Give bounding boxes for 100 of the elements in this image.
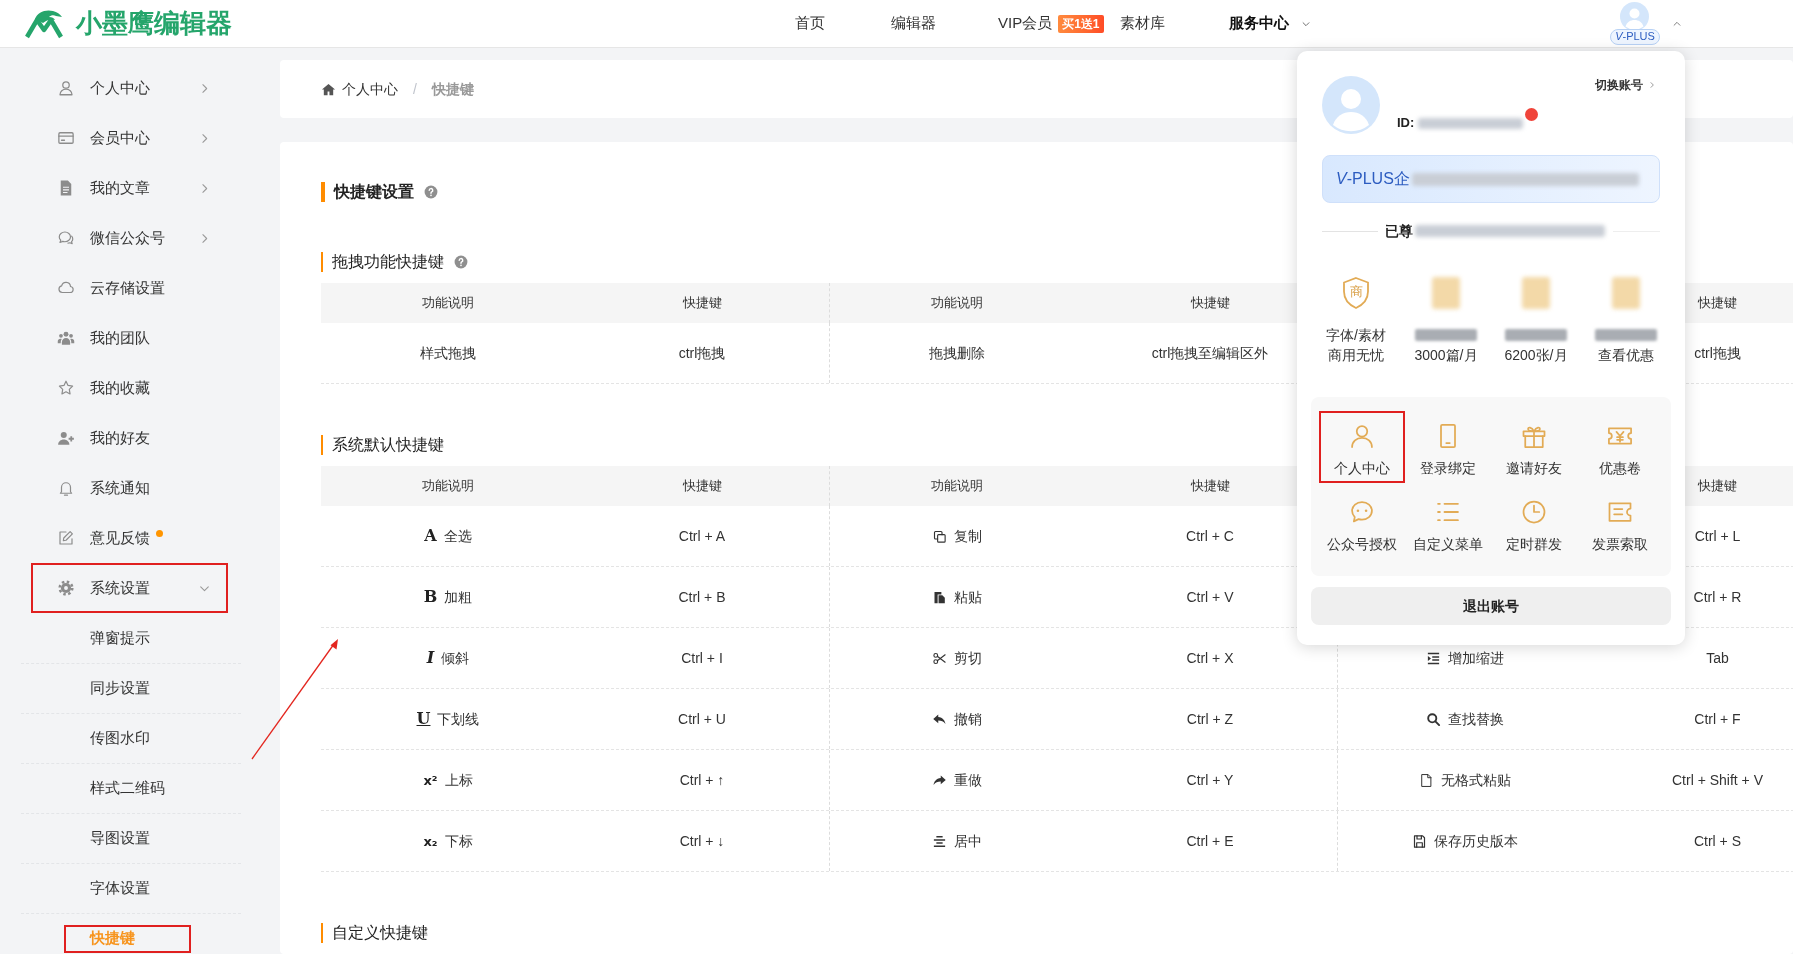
function-label: 拖拽删除: [928, 343, 985, 363]
edit-icon: [57, 529, 75, 547]
nav-link[interactable]: 素材库: [1119, 12, 1165, 35]
bold-letter-icon: B: [423, 589, 438, 605]
chevron-right-icon: [1648, 81, 1656, 89]
shield-icon: 商: [1341, 276, 1371, 310]
submenu-item[interactable]: 同步设置: [64, 674, 191, 703]
function-label: 倾斜: [441, 648, 470, 668]
sidebar-item[interactable]: 个人中心: [31, 63, 228, 113]
shortcut-keys: ctrl拖拽至编辑区外: [1151, 342, 1269, 364]
function-label: 撤销: [953, 709, 982, 729]
account-id-label: ID:: [1397, 114, 1415, 133]
submenu-item[interactable]: 弹窗提示: [64, 624, 191, 652]
switch-account-link[interactable]: 切换账号: [1595, 76, 1656, 94]
help-icon[interactable]: [454, 255, 468, 269]
shortcut-keys: Tab: [1706, 647, 1729, 669]
menu-item[interactable]: 登录绑定: [1405, 411, 1491, 483]
sidebar-item[interactable]: 我的文章: [31, 163, 228, 213]
shortcut-keys: Ctrl + C: [1186, 525, 1234, 547]
shortcut-keys: Ctrl + V: [1186, 586, 1234, 608]
section-title: 拖拽功能快捷键: [332, 252, 444, 272]
menu-item[interactable]: 自定义菜单: [1405, 487, 1491, 559]
sidebar-item[interactable]: 微信公众号: [31, 213, 228, 263]
benefit-title: 字体/素材: [1326, 326, 1386, 345]
chat-bubbles-icon: [57, 229, 75, 247]
copy-icon: [931, 528, 947, 544]
function-label: 增加缩进: [1447, 648, 1504, 668]
menu-item[interactable]: 发票索取: [1577, 487, 1663, 559]
star-icon: [57, 379, 75, 397]
accent-bar: [321, 923, 323, 943]
function-label: 上标: [444, 770, 473, 790]
column-header: 功能说明: [422, 477, 474, 496]
shortcut-keys: Ctrl + ↓: [679, 830, 725, 852]
sidebar-item[interactable]: 系统通知: [31, 463, 228, 513]
gear-icon: [57, 579, 75, 597]
underlined-letter-icon: U: [416, 711, 431, 727]
shortcut-keys: Ctrl + ↑: [679, 769, 725, 791]
submenu-item[interactable]: 传图水印: [64, 724, 191, 753]
sidebar-item[interactable]: 云存储设置: [31, 263, 228, 313]
function-label: 样式拖拽: [420, 343, 476, 363]
sidebar-item[interactable]: 意见反馈: [31, 513, 228, 563]
nav-link[interactable]: VIP会员 买1送1: [998, 12, 1104, 35]
nav-link[interactable]: 首页: [795, 12, 825, 35]
function-label: 剪切: [953, 648, 982, 668]
column-header: 功能说明: [930, 294, 983, 313]
sidebar-item[interactable]: 我的收藏: [31, 363, 228, 413]
submenu-item[interactable]: 样式二维码: [64, 774, 191, 803]
sidebar-item[interactable]: 我的团队: [31, 313, 228, 363]
plan-name: V-PLUS企: [1336, 169, 1410, 189]
shortcut-keys: Ctrl + S: [1693, 830, 1742, 852]
membership-text: 已尊: [1385, 221, 1413, 241]
sidebar-item[interactable]: 我的好友: [31, 413, 228, 463]
function-label: 保存历史版本: [1433, 831, 1518, 851]
submenu-item[interactable]: 导图设置: [64, 824, 191, 853]
column-header: 功能说明: [930, 477, 983, 496]
nav-link[interactable]: 服务中心: [1228, 12, 1311, 35]
benefit-subtitle: 3000篇/月: [1414, 346, 1478, 365]
benefit-subtitle: 6200张/月: [1504, 346, 1568, 365]
align-center-icon: [931, 833, 947, 849]
italic-letter-icon: I: [426, 650, 435, 666]
menu-item[interactable]: 个人中心: [1319, 411, 1405, 483]
superscript-icon: x²: [423, 773, 438, 787]
scissors-icon: [931, 650, 947, 666]
menu-item[interactable]: 定时群发: [1491, 487, 1577, 559]
column-header: 快捷键: [1190, 477, 1230, 496]
function-label: 复制: [953, 526, 982, 546]
menu-item[interactable]: 公众号授权: [1319, 487, 1405, 559]
shortcut-keys: Ctrl + Shift + V: [1671, 769, 1763, 791]
logo-text: 小墨鹰编辑器: [76, 7, 232, 40]
clock-icon: [1520, 498, 1548, 526]
page-title: 快捷键设置: [334, 182, 414, 202]
benefit-subtitle: 商用无忧: [1328, 346, 1384, 365]
breadcrumb-current: 快捷键: [431, 79, 474, 99]
file-icon: [1418, 772, 1434, 788]
help-icon[interactable]: [424, 185, 438, 199]
plan-card[interactable]: V-PLUS企: [1322, 155, 1660, 203]
column-header: 快捷键: [1698, 294, 1737, 313]
submenu-item[interactable]: 字体设置: [64, 874, 191, 903]
add-user-icon: [57, 429, 75, 447]
shortcut-keys: Ctrl + R: [1693, 586, 1742, 608]
home-icon: [321, 81, 336, 97]
sidebar-item[interactable]: 系统设置: [31, 563, 228, 613]
column-header: 功能说明: [422, 294, 474, 313]
sidebar-item[interactable]: 会员中心: [31, 113, 228, 163]
section-title: 系统默认快捷键: [332, 435, 444, 455]
nav-link[interactable]: 编辑器: [891, 12, 936, 35]
benefit-subtitle: 查看优惠: [1598, 346, 1654, 365]
accent-bar: [321, 435, 323, 455]
breadcrumb-link[interactable]: 个人中心: [321, 78, 398, 100]
indent-icon: [1425, 650, 1441, 666]
logout-button[interactable]: 退出账号: [1311, 587, 1671, 625]
section-title: 自定义快捷键: [332, 923, 428, 943]
menu-item[interactable]: 优惠卷: [1577, 411, 1663, 483]
save-icon: [1411, 833, 1427, 849]
bold-letter-icon: A: [424, 528, 437, 544]
shortcut-keys: Ctrl + X: [1186, 647, 1234, 669]
menu-item[interactable]: 邀请好友: [1491, 411, 1577, 483]
subscript-icon: x₂: [423, 834, 438, 848]
promo-badge: 买1送1: [1058, 14, 1104, 33]
shortcut-keys: ctrl拖拽: [678, 342, 726, 364]
